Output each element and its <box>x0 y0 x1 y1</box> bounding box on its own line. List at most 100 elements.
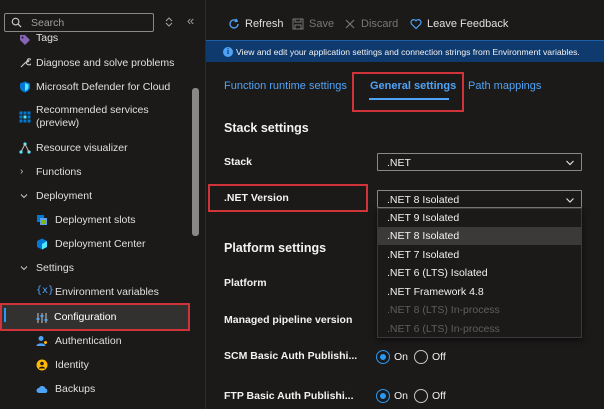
sidebar-item-label: Tags <box>36 32 59 44</box>
chevron-down-icon <box>566 160 574 166</box>
sidebar-item-backups[interactable]: Backups <box>0 378 190 400</box>
ftp-basic-auth-label: FTP Basic Auth Publishi... <box>224 390 354 402</box>
selected-indicator <box>4 308 6 322</box>
sidebar-item-label-line2: (preview) <box>36 117 80 129</box>
sidebar-item-functions[interactable]: › Functions <box>0 161 190 183</box>
dropdown-option-disabled: .NET 8 (LTS) In-process <box>378 301 581 319</box>
discard-button[interactable]: Discard <box>344 16 398 32</box>
highlight-box <box>352 72 464 112</box>
dotnet-version-select-value: .NET 8 Isolated <box>387 194 460 206</box>
sidebar-item-label: Environment variables <box>55 286 159 298</box>
sidebar-item-label: Resource visualizer <box>36 142 128 154</box>
info-text: View and edit your application settings … <box>236 47 580 57</box>
sidebar-item-recommended-services[interactable]: Recommended services (preview) <box>0 100 190 134</box>
sidebar-item-label: Diagnose and solve problems <box>36 57 175 69</box>
sliders-icon <box>36 313 48 323</box>
scm-basic-auth-radio-group: On Off <box>376 349 452 365</box>
save-label: Save <box>309 18 335 30</box>
dotnet-version-label: .NET Version <box>224 192 289 204</box>
sidebar-item-label: Microsoft Defender for Cloud <box>36 81 171 93</box>
sidebar-item-label: Identity <box>55 359 89 371</box>
chevron-down-icon <box>20 194 28 199</box>
dropdown-option[interactable]: .NET Framework 4.8 <box>378 283 581 301</box>
ftp-on-label: On <box>394 390 409 402</box>
tab-function-runtime-settings[interactable]: Function runtime settings <box>224 80 347 92</box>
sidebar-item-label: Recommended services <box>36 104 149 116</box>
option-label: .NET 9 Isolated <box>387 212 460 224</box>
dropdown-option[interactable]: .NET 9 Isolated <box>378 209 581 227</box>
cloud-icon <box>36 386 48 393</box>
shield-icon <box>20 81 30 93</box>
chevron-right-icon: › <box>20 166 24 177</box>
sidebar-item-label: Deployment slots <box>55 214 136 226</box>
app-window: « Tags Diagnose and solve problems Micro… <box>0 0 604 409</box>
scm-on-label: On <box>394 351 409 363</box>
dotnet-version-dropdown: .NET 9 Isolated .NET 8 Isolated .NET 7 I… <box>377 208 582 338</box>
expand-collapse-icon[interactable] <box>164 17 174 27</box>
info-icon: i <box>223 47 233 57</box>
grid-icon <box>19 111 31 123</box>
sidebar-scrollbar[interactable] <box>192 88 199 236</box>
sidebar-item-configuration[interactable]: Configuration <box>0 303 190 331</box>
scm-basic-auth-label: SCM Basic Auth Publishi... <box>224 350 358 362</box>
stack-settings-heading: Stack settings <box>224 121 309 135</box>
leave-feedback-button[interactable]: Leave Feedback <box>410 16 508 32</box>
heart-icon <box>410 19 422 30</box>
sidebar-item-tags[interactable]: Tags <box>0 29 190 51</box>
refresh-button[interactable]: Refresh <box>228 16 284 32</box>
toolbar: Refresh Save Discard Leave Feedback <box>206 12 604 34</box>
sidebar-item-settings[interactable]: Settings <box>0 257 190 279</box>
dotnet-version-select[interactable]: .NET 8 Isolated <box>377 190 582 208</box>
scm-off-radio[interactable] <box>414 350 429 364</box>
sidebar-item-defender[interactable]: Microsoft Defender for Cloud <box>0 76 190 98</box>
option-label: .NET 8 (LTS) In-process <box>387 304 500 316</box>
network-icon <box>19 142 31 154</box>
stack-select[interactable]: .NET <box>377 153 582 171</box>
ftp-off-radio[interactable] <box>414 389 429 403</box>
sidebar-item-resource-visualizer[interactable]: Resource visualizer <box>0 137 190 159</box>
sidebar-item-authentication[interactable]: Authentication <box>0 330 190 352</box>
ftp-on-radio[interactable] <box>376 389 390 403</box>
search-input[interactable] <box>31 16 149 30</box>
dropdown-option-disabled: .NET 6 (LTS) In-process <box>378 320 581 338</box>
sidebar-item-label: Deployment Center <box>55 238 146 250</box>
main-panel: Refresh Save Discard Leave Feedback i Vi… <box>206 0 604 409</box>
sidebar-item-label: Functions <box>36 166 82 178</box>
stack-select-value: .NET <box>387 157 411 169</box>
option-label: .NET Framework 4.8 <box>387 286 484 298</box>
ftp-basic-auth-radio-group: On Off <box>376 388 452 404</box>
ftp-off-label: Off <box>432 390 446 402</box>
sidebar-item-identity[interactable]: Identity <box>0 354 190 376</box>
save-icon <box>292 18 304 30</box>
dropdown-option[interactable]: .NET 6 (LTS) Isolated <box>378 264 581 282</box>
save-button[interactable]: Save <box>292 16 334 32</box>
slots-icon <box>37 215 47 225</box>
sidebar-item-label: Authentication <box>55 335 122 347</box>
variable-icon: {x} <box>36 285 55 296</box>
sidebar-item-deployment-center[interactable]: Deployment Center <box>0 233 190 255</box>
sidebar-item-deployment-slots[interactable]: Deployment slots <box>0 209 190 231</box>
dropdown-option-selected[interactable]: .NET 8 Isolated <box>378 227 581 245</box>
refresh-label: Refresh <box>245 18 284 30</box>
collapse-sidebar-icon[interactable]: « <box>187 14 201 28</box>
option-label: .NET 8 Isolated <box>387 230 460 242</box>
sidebar-item-label: Deployment <box>36 190 93 202</box>
user-key-icon <box>36 336 47 346</box>
tab-path-mappings[interactable]: Path mappings <box>468 80 541 92</box>
dropdown-option[interactable]: .NET 7 Isolated <box>378 246 581 264</box>
platform-settings-heading: Platform settings <box>224 241 327 255</box>
tag-icon <box>20 35 30 45</box>
leave-feedback-label: Leave Feedback <box>427 18 509 30</box>
sidebar-item-deployment[interactable]: Deployment <box>0 185 190 207</box>
discard-label: Discard <box>361 18 399 30</box>
identity-icon <box>36 359 48 371</box>
option-label: .NET 7 Isolated <box>387 249 460 261</box>
sidebar-item-diagnose[interactable]: Diagnose and solve problems <box>0 52 190 74</box>
sidebar-item-environment-variables[interactable]: {x} Environment variables <box>0 281 190 303</box>
search-icon <box>11 17 22 28</box>
refresh-icon <box>229 18 239 29</box>
scm-on-radio[interactable] <box>376 350 390 364</box>
tab-bar: Function runtime settings General settin… <box>206 72 604 112</box>
stack-label: Stack <box>224 156 253 168</box>
platform-label: Platform <box>224 277 267 289</box>
